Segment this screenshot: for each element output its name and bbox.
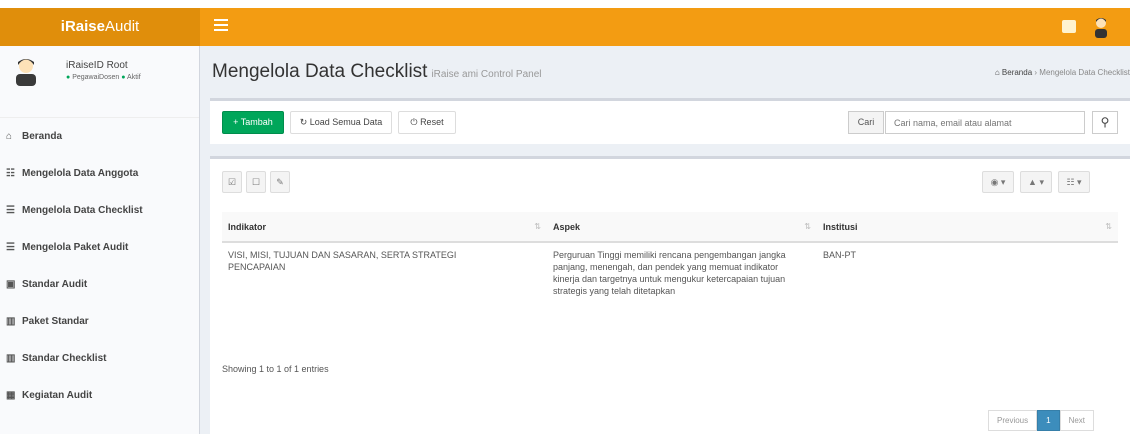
reset-button[interactable]: ⏻ Reset	[398, 111, 456, 134]
table-header-row: Indikator ⇅ Aspek ⇅ Institusi ⇅	[222, 212, 1118, 243]
page-subtitle: iRaise ami Control Panel	[431, 69, 542, 80]
cell-institusi: BAN-PT	[823, 250, 857, 260]
plus-icon: +	[233, 117, 239, 127]
main-header: iRaiseAudit	[0, 8, 1130, 46]
breadcrumb: ⌂ Beranda › Mengelola Data Checklist	[994, 68, 1130, 77]
sidebar-item-standar-checklist[interactable]: ▥ Standar Checklist	[0, 340, 199, 377]
sidebar-toggle-icon[interactable]	[214, 19, 228, 33]
search-input[interactable]	[885, 111, 1085, 134]
sidebar-item-paket-audit[interactable]: ☰ Mengelola Paket Audit	[0, 229, 199, 266]
uncheck-icon[interactable]: ☐	[246, 171, 266, 193]
app-logo[interactable]: iRaiseAudit	[0, 8, 200, 46]
main-content: Mengelola Data Checklist iRaise ami Contr…	[200, 46, 1130, 434]
toolbar-box: + Tambah ↻ Load Semua Data ⏻ Reset Cari …	[210, 98, 1130, 144]
columns-dropdown-icon[interactable]: ☷ ▾	[1058, 171, 1090, 193]
breadcrumb-home[interactable]: ⌂ Beranda	[995, 68, 1032, 77]
sidebar-item-kegiatan-audit[interactable]: ▦ Kegiatan Audit	[0, 377, 199, 414]
pagination-next[interactable]: Next	[1059, 410, 1095, 431]
user-menu-icon[interactable]	[1092, 16, 1110, 38]
breadcrumb-current: Mengelola Data Checklist	[1039, 68, 1130, 77]
export-dropdown-icon[interactable]: ▲ ▾	[1020, 171, 1052, 193]
users-icon: ☷	[6, 168, 15, 179]
pagination: Previous 1 Next	[988, 410, 1095, 431]
sidebar-item-checklist[interactable]: ☰ Mengelola Data Checklist	[0, 192, 199, 229]
power-icon: ⏻	[410, 117, 418, 127]
add-button[interactable]: + Tambah	[222, 111, 284, 134]
edit-icon[interactable]: ✎	[270, 171, 290, 193]
table-info: Showing 1 to 1 of 1 entries	[222, 364, 329, 374]
sidebar: iRaiseID Root ● PegawaiDosen ● Aktif ⌂ Be…	[0, 46, 200, 434]
user-panel: iRaiseID Root ● PegawaiDosen ● Aktif	[0, 46, 199, 118]
home-icon: ⌂	[6, 131, 13, 142]
load-all-button[interactable]: ↻ Load Semua Data	[290, 111, 392, 134]
standard-icon: ▣	[6, 279, 16, 290]
checklist-icon: ☰	[6, 205, 15, 216]
top-strip	[0, 0, 1130, 8]
avatar	[16, 59, 36, 86]
cell-aspek: Perguruan Tinggi memiliki rencana pengem…	[553, 250, 786, 296]
package-icon: ☰	[6, 242, 15, 253]
sidebar-item-anggota[interactable]: ☷ Mengelola Data Anggota	[0, 155, 199, 192]
column-header-institusi[interactable]: Institusi ⇅	[817, 212, 1118, 243]
refresh-icon: ↻	[299, 117, 308, 127]
user-status: ● PegawaiDosen ● Aktif	[66, 74, 141, 81]
sidebar-item-paket-standar[interactable]: ▥ Paket Standar	[0, 303, 199, 340]
calendar-icon: ▦	[6, 390, 16, 401]
sort-icon: ⇅	[1105, 222, 1112, 231]
column-header-aspek[interactable]: Aspek ⇅	[547, 212, 817, 243]
table-row[interactable]: VISI, MISI, TUJUAN DAN SASARAN, SERTA ST…	[222, 242, 1118, 303]
chart-icon: ▥	[6, 353, 16, 364]
user-name: iRaiseID Root	[66, 60, 128, 71]
notification-icon[interactable]	[1062, 20, 1076, 33]
cell-indikator: VISI, MISI, TUJUAN DAN SASARAN, SERTA ST…	[228, 250, 457, 272]
checklist-table: Indikator ⇅ Aspek ⇅ Institusi ⇅ VISI, MISI,…	[222, 212, 1118, 303]
search-button[interactable]: ⚲	[1092, 111, 1118, 134]
search-label: Cari	[848, 111, 884, 134]
table-box: ☑ ☐ ✎ ◉ ▾ ▲ ▾ ☷ ▾ Indikator ⇅ Aspek ⇅ Inst…	[210, 156, 1130, 434]
search-icon: ⚲	[1100, 115, 1110, 129]
sort-icon: ⇅	[534, 222, 541, 231]
view-dropdown-icon[interactable]: ◉ ▾	[982, 171, 1014, 193]
page-title: Mengelola Data Checklist iRaise ami Contr…	[212, 61, 542, 82]
sidebar-item-standar-audit[interactable]: ▣ Standar Audit	[0, 266, 199, 303]
chart-icon: ▥	[6, 316, 16, 327]
check-all-icon[interactable]: ☑	[222, 171, 242, 193]
sort-icon: ⇅	[804, 222, 811, 231]
sidebar-item-beranda[interactable]: ⌂ Beranda	[0, 118, 199, 155]
pagination-page-1[interactable]: 1	[1037, 410, 1060, 431]
sidebar-menu: ⌂ Beranda ☷ Mengelola Data Anggota ☰ Mengel…	[0, 118, 199, 414]
pagination-previous[interactable]: Previous	[988, 410, 1038, 431]
column-header-indikator[interactable]: Indikator ⇅	[222, 212, 547, 243]
